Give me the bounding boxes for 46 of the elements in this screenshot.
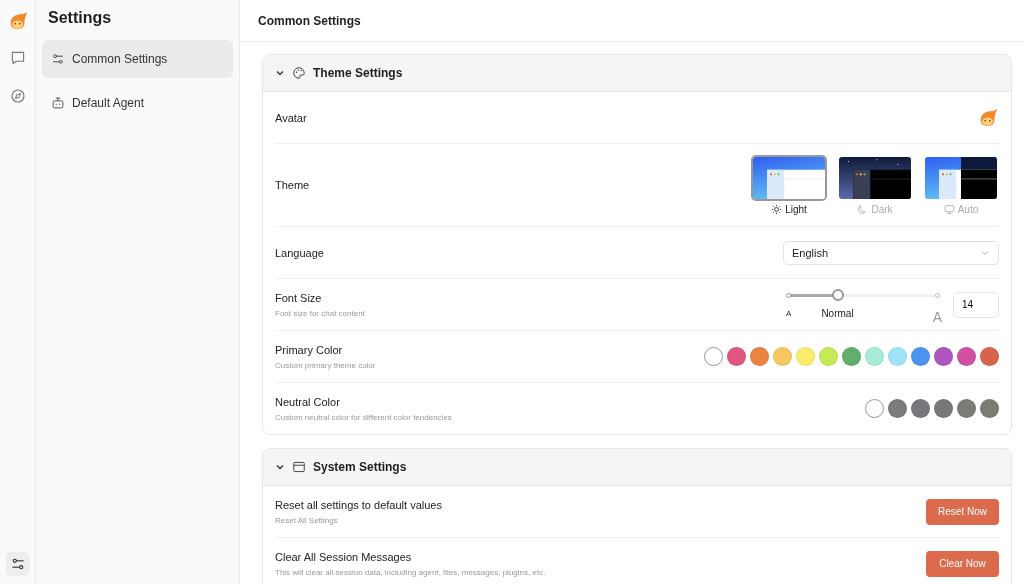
- setting-description: Reset All Settings: [275, 515, 339, 525]
- language-dropdown[interactable]: English: [783, 240, 999, 265]
- setting-description: Custom primary theme color: [275, 360, 376, 370]
- setting-description: Custom neutral color for different color tendencies: [275, 412, 452, 422]
- theme-option-label: Dark: [871, 204, 893, 215]
- theme-option-label: Light: [785, 204, 807, 215]
- sidebar-item[interactable]: Default Agent: [42, 84, 233, 122]
- sidebar-item[interactable]: Common Settings: [42, 40, 233, 78]
- color-swatch[interactable]: [865, 399, 884, 418]
- chevron-icon: [275, 68, 285, 78]
- min-mark-label: A: [786, 309, 792, 318]
- theme-option-label: Auto: [957, 204, 979, 215]
- setting-label: Language: [275, 246, 324, 259]
- window-icon: [292, 460, 306, 474]
- sun-icon: [771, 204, 783, 215]
- font-size-input[interactable]: 14: [953, 291, 999, 318]
- light-theme-drawing: [753, 157, 825, 199]
- mark-label: Normal: [821, 308, 854, 319]
- card-header[interactable]: System Settings: [263, 449, 1011, 486]
- settings-icon[interactable]: [5, 552, 30, 576]
- section-title: Theme Settings: [313, 66, 403, 80]
- setting-label: Avatar: [275, 111, 307, 124]
- setting-label: Font Size: [275, 291, 323, 304]
- auto-theme-drawing: [925, 157, 997, 199]
- moon-icon: [857, 204, 869, 215]
- section-title: System Settings: [313, 460, 407, 474]
- card-header[interactable]: Theme Settings: [263, 55, 1011, 92]
- color-swatch[interactable]: [704, 347, 723, 366]
- slider-thumb[interactable]: [831, 289, 844, 301]
- setting-description: This will clear all session data, including agent, files, messages, plugins, etc.: [275, 567, 546, 577]
- robot-icon: [51, 96, 65, 110]
- monitor-icon: [943, 204, 955, 215]
- page-title: Common Settings: [258, 13, 361, 28]
- sliders-icon: [51, 52, 65, 66]
- dark-theme-drawing: [839, 157, 911, 199]
- max-mark-label: A: [932, 309, 942, 325]
- setting-label: Neutral Color: [275, 395, 341, 408]
- palette-icon: [292, 66, 306, 80]
- chevron-icon: [275, 462, 285, 472]
- setting-label: Theme: [275, 179, 310, 191]
- setting-description: Font size for chat content: [275, 308, 365, 318]
- setting-label: Reset all settings to default values: [275, 498, 442, 511]
- sidebar-title: Settings: [48, 9, 113, 27]
- font-size-slider[interactable]: [788, 289, 938, 301]
- setting-label: Clear All Session Messages: [275, 550, 413, 563]
- setting-label: Primary Color: [275, 343, 344, 356]
